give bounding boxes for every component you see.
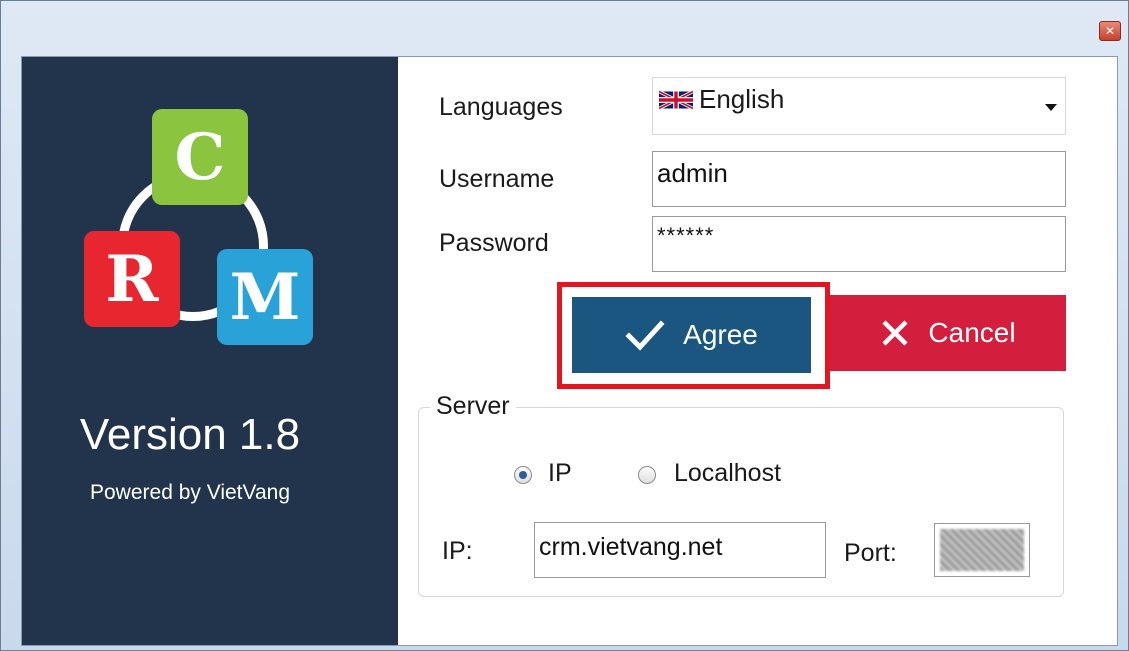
languages-label: Languages [439,93,563,121]
crm-logo: C R M [80,109,320,359]
checkmark-icon [625,320,665,351]
dialog-body: C R M Version 1.8 Powered by VietVang La… [21,56,1118,646]
x-icon [882,320,908,346]
title-bar[interactable]: ✕ [1,1,1128,47]
ip-label: IP: [442,537,473,565]
port-field[interactable] [934,523,1030,577]
ip-field[interactable]: crm.vietvang.net [534,522,826,578]
logo-tile-r: R [84,231,180,327]
server-group-title: Server [430,392,516,421]
chevron-down-icon[interactable] [1045,104,1057,111]
cancel-button[interactable]: Cancel [830,295,1066,371]
cancel-button-label: Cancel [928,317,1016,348]
port-label: Port: [844,539,897,567]
agree-button-label: Agree [683,319,758,350]
agree-button[interactable]: Agree [572,297,811,373]
powered-by-text: Powered by VietVang [89,481,291,504]
login-window: ✕ C R M Version 1.8 Powered by VietVang … [0,0,1129,651]
close-icon: ✕ [1104,24,1116,38]
language-selected-value: English [699,83,785,114]
close-button[interactable]: ✕ [1099,21,1121,41]
localhost-radio[interactable] [638,466,656,484]
ip-radio-label[interactable]: IP [548,459,572,488]
language-select[interactable]: English [652,77,1066,135]
logo-tile-m: M [217,249,313,345]
port-redacted-value [940,529,1024,571]
username-field[interactable]: admin [652,151,1066,207]
branding-panel: C R M Version 1.8 Powered by VietVang [22,57,398,645]
password-label: Password [439,229,549,257]
ip-radio[interactable] [514,466,532,484]
username-label: Username [439,165,555,193]
password-field[interactable]: ****** [652,216,1066,272]
logo-tile-c: C [152,109,248,205]
localhost-radio-label[interactable]: Localhost [674,459,781,488]
uk-flag-icon [659,90,693,110]
version-text: Version 1.8 [79,410,301,459]
